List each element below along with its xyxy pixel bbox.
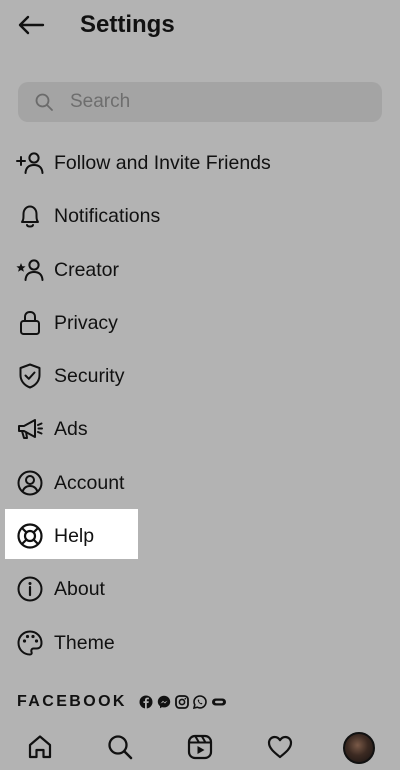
arrow-left-icon	[18, 15, 45, 35]
menu-item-about[interactable]: About	[0, 562, 400, 615]
profile-avatar[interactable]	[343, 732, 375, 764]
search-input[interactable]	[70, 82, 360, 122]
menu-item-label: About	[54, 578, 105, 601]
add-person-icon	[16, 149, 44, 177]
menu-item-privacy[interactable]: Privacy	[0, 296, 400, 349]
bell-icon	[16, 202, 44, 230]
home-icon	[28, 735, 52, 759]
palette-icon	[16, 629, 44, 657]
tab-home[interactable]	[25, 732, 55, 762]
reels-icon	[187, 734, 213, 760]
brand-label: FACEBOOK	[17, 693, 127, 710]
account-circle-icon	[16, 469, 44, 497]
lock-icon	[16, 309, 44, 337]
search-icon	[108, 735, 133, 760]
menu-item-follow-invite[interactable]: Follow and Invite Friends	[0, 136, 400, 189]
menu-item-creator[interactable]: Creator	[0, 243, 400, 296]
heart-icon	[267, 735, 293, 759]
menu-item-theme[interactable]: Theme	[0, 616, 400, 669]
brand-row: FACEBOOK	[17, 690, 227, 714]
menu-item-label: Security	[54, 365, 125, 388]
menu-item-label: Ads	[54, 418, 88, 441]
portal-icon	[211, 695, 227, 709]
menu-item-security[interactable]: Security	[0, 349, 400, 402]
messenger-icon	[157, 695, 171, 709]
menu-item-help[interactable]: Help	[0, 509, 400, 562]
brand-icons	[139, 695, 227, 709]
menu-item-label: Creator	[54, 258, 120, 281]
menu-item-label: Account	[54, 471, 125, 494]
menu-item-label: Theme	[54, 631, 115, 654]
menu-item-notifications[interactable]: Notifications	[0, 189, 400, 242]
instagram-icon	[174, 695, 189, 709]
facebook-icon	[139, 695, 153, 709]
megaphone-icon	[16, 415, 44, 443]
menu-item-label: Privacy	[54, 311, 118, 334]
header: Settings	[0, 0, 400, 56]
page-title: Settings	[80, 11, 175, 38]
info-icon	[16, 575, 44, 603]
search-icon	[35, 93, 53, 111]
menu-item-label: Follow and Invite Friends	[54, 152, 271, 174]
lifebuoy-icon	[16, 522, 44, 550]
search-bar[interactable]	[18, 82, 382, 122]
tab-reels[interactable]	[185, 732, 215, 762]
menu-item-label: Notifications	[54, 205, 161, 228]
tab-activity[interactable]	[265, 732, 295, 762]
tab-search[interactable]	[105, 732, 135, 762]
bottom-tab-bar	[0, 724, 400, 770]
menu-item-account[interactable]: Account	[0, 456, 400, 509]
menu-item-label: Help	[54, 525, 95, 548]
settings-menu: Follow and Invite Friends Notifications …	[0, 136, 400, 669]
back-button[interactable]	[14, 8, 48, 42]
shield-check-icon	[16, 362, 44, 390]
star-person-icon	[16, 256, 44, 284]
whatsapp-icon	[192, 695, 207, 709]
menu-item-ads[interactable]: Ads	[0, 402, 400, 455]
